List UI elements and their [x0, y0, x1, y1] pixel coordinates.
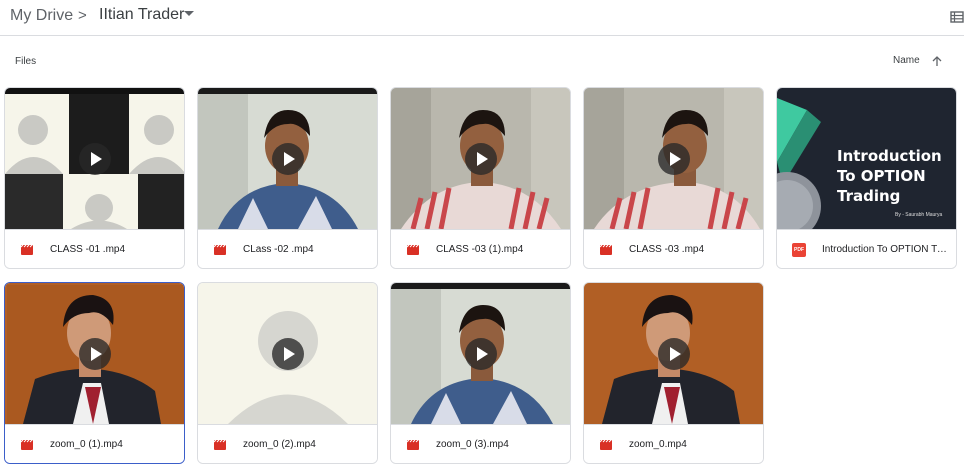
video-file-icon [599, 439, 612, 450]
file-card[interactable]: zoom_0 (2).mp4 [197, 282, 378, 464]
video-file-icon [213, 244, 226, 255]
play-icon[interactable] [272, 143, 304, 175]
breadcrumb-current-folder[interactable]: IItian Trader [99, 6, 184, 24]
file-card[interactable]: CLASS -03 (1).mp4 [390, 87, 571, 269]
file-name: CLASS -03 (1).mp4 [436, 244, 524, 255]
video-file-icon [406, 439, 419, 450]
file-card-footer: zoom_0.mp4 [584, 424, 763, 463]
video-thumbnail [391, 88, 570, 229]
file-card[interactable]: CLass -02 .mp4 [197, 87, 378, 269]
video-thumbnail [198, 88, 377, 229]
arrow-up-icon[interactable] [931, 55, 943, 67]
video-file-icon [20, 439, 33, 450]
file-name: zoom_0.mp4 [629, 439, 687, 450]
file-card-footer: zoom_0 (2).mp4 [198, 424, 377, 463]
play-icon[interactable] [658, 143, 690, 175]
video-thumbnail [5, 88, 184, 229]
file-card[interactable]: zoom_0 (3).mp4 [390, 282, 571, 464]
play-icon[interactable] [79, 143, 111, 175]
video-thumbnail [584, 283, 763, 424]
file-card-selected[interactable]: zoom_0 (1).mp4 [4, 282, 185, 464]
chevron-down-icon[interactable] [184, 11, 194, 16]
file-card-footer: CLASS -03 (1).mp4 [391, 229, 570, 268]
play-icon[interactable] [465, 143, 497, 175]
video-file-icon [20, 244, 33, 255]
pdf-thumbnail-byline: By - Saurabh Maurya [895, 212, 943, 218]
file-name: CLass -02 .mp4 [243, 244, 314, 255]
video-file-icon [213, 439, 226, 450]
file-card-footer: zoom_0 (3).mp4 [391, 424, 570, 463]
play-icon[interactable] [658, 338, 690, 370]
file-card-footer: PDF Introduction To OPTION Trading.pdf [777, 229, 956, 268]
file-name: CLASS -01 .mp4 [50, 244, 126, 255]
file-card[interactable]: zoom_0.mp4 [583, 282, 764, 464]
pdf-file-icon: PDF [792, 243, 806, 257]
sort-by-name-button[interactable]: Name [893, 55, 920, 66]
video-file-icon [406, 244, 419, 255]
file-name: zoom_0 (2).mp4 [243, 439, 316, 450]
list-view-icon[interactable] [950, 10, 964, 24]
pdf-thumbnail: Introduction To OPTION Trading By - Saur… [777, 88, 956, 229]
video-thumbnail [584, 88, 763, 229]
play-icon[interactable] [465, 338, 497, 370]
file-name: CLASS -03 .mp4 [629, 244, 705, 255]
pdf-thumbnail-title: Introduction To OPTION Trading [837, 147, 942, 205]
top-bar: My Drive > IItian Trader [0, 0, 964, 36]
play-icon[interactable] [79, 338, 111, 370]
video-thumbnail [391, 283, 570, 424]
play-icon[interactable] [272, 338, 304, 370]
file-name: Introduction To OPTION Trading.pdf [822, 244, 950, 255]
file-card-footer: CLass -02 .mp4 [198, 229, 377, 268]
files-section-label: Files [15, 56, 37, 67]
file-name: zoom_0 (1).mp4 [50, 439, 123, 450]
file-card[interactable]: CLASS -03 .mp4 [583, 87, 764, 269]
file-card-footer: CLASS -03 .mp4 [584, 229, 763, 268]
breadcrumb-my-drive[interactable]: My Drive [10, 7, 73, 25]
file-card-footer: zoom_0 (1).mp4 [5, 424, 184, 463]
file-name: zoom_0 (3).mp4 [436, 439, 509, 450]
video-thumbnail [5, 283, 184, 424]
file-card[interactable]: CLASS -01 .mp4 [4, 87, 185, 269]
file-card[interactable]: Introduction To OPTION Trading By - Saur… [776, 87, 957, 269]
video-file-icon [599, 244, 612, 255]
video-thumbnail [198, 283, 377, 424]
file-card-footer: CLASS -01 .mp4 [5, 229, 184, 268]
breadcrumb-separator: > [78, 7, 87, 24]
